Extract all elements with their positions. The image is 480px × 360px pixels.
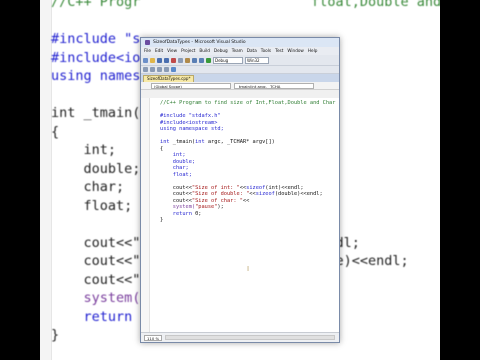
code-line: double; bbox=[160, 158, 196, 165]
editor-gutter bbox=[141, 98, 150, 332]
background-code-line: //C++ Progr float,Double and cha bbox=[51, 0, 440, 10]
code-line: //C++ Program to find size of Int,Float,… bbox=[160, 100, 336, 106]
tab-sizeofdatatypes-cpp[interactable]: SizeofDataTypes.cpp* bbox=[143, 75, 195, 82]
background-code-line: char; bbox=[51, 179, 125, 195]
background-code-line: float; bbox=[51, 197, 133, 214]
code-line: int; bbox=[160, 152, 186, 158]
standard-toolbar: Debug Win32 bbox=[141, 55, 339, 66]
code-line: using namespace std; bbox=[160, 126, 224, 132]
uncomment-icon[interactable] bbox=[150, 67, 155, 72]
menu-bar: File Edit View Project Build Debug Team Data Too… bbox=[141, 47, 339, 55]
function-select[interactable]: _tmain(int argc, _TCHA bbox=[234, 82, 314, 89]
cut-icon[interactable] bbox=[171, 57, 176, 63]
code-line: cout<<"Size of int: "<<sizeof(int)<<endl… bbox=[160, 184, 304, 191]
visual-studio-icon bbox=[145, 40, 150, 45]
code-line: #include<iostream> bbox=[160, 119, 218, 126]
code-line: char; bbox=[160, 165, 189, 171]
platform-select[interactable]: Win32 bbox=[245, 56, 269, 64]
open-folder-icon[interactable] bbox=[150, 57, 155, 63]
code-line: float; bbox=[160, 171, 192, 178]
mouse-cursor-icon: I bbox=[247, 265, 250, 273]
menu-item-build[interactable]: Build bbox=[199, 47, 210, 55]
menu-item-help[interactable]: Help bbox=[308, 47, 318, 55]
background-code-line: #include<io bbox=[51, 49, 141, 66]
code-line: } bbox=[160, 217, 164, 223]
menu-item-data[interactable]: Data bbox=[247, 47, 257, 55]
new-project-icon[interactable] bbox=[143, 57, 148, 63]
code-line: system("pause"); bbox=[160, 204, 224, 210]
code-line: cout<<"Size of char: "<< bbox=[160, 197, 250, 204]
code-line: return 0; bbox=[160, 210, 202, 217]
background-code-line: using names bbox=[51, 68, 141, 84]
document-tabs: SizeofDataTypes.cpp* bbox=[141, 74, 339, 82]
visual-studio-window: SizeofDataTypes - Microsoft Visual Studi… bbox=[140, 37, 340, 343]
outdent-icon[interactable] bbox=[164, 67, 169, 72]
horizontal-scrollbar[interactable] bbox=[165, 335, 335, 340]
code-line: cout<<"Size of double: "<<sizeof(double)… bbox=[160, 191, 323, 197]
menu-item-team[interactable]: Team bbox=[232, 47, 243, 55]
menu-item-tools[interactable]: Tools bbox=[261, 47, 271, 55]
text-editor-toolbar bbox=[141, 66, 339, 74]
background-code-line: #include "s bbox=[51, 31, 141, 47]
code-line: #include "stdafx.h" bbox=[160, 113, 221, 119]
window-title: SizeofDataTypes - Microsoft Visual Studi… bbox=[153, 40, 246, 45]
background-code-line: cout<<" bbox=[51, 271, 141, 288]
title-bar: SizeofDataTypes - Microsoft Visual Studi… bbox=[141, 38, 339, 47]
paste-icon[interactable] bbox=[185, 57, 190, 63]
comment-icon[interactable] bbox=[143, 67, 148, 72]
menu-item-project[interactable]: Project bbox=[181, 47, 195, 55]
menu-item-edit[interactable]: Edit bbox=[155, 47, 163, 55]
undo-icon[interactable] bbox=[192, 57, 197, 63]
menu-item-file[interactable]: File bbox=[144, 47, 151, 55]
background-code-line: double; bbox=[51, 160, 141, 177]
background-code-line: } bbox=[51, 327, 60, 343]
bookmark-icon[interactable] bbox=[171, 67, 176, 72]
save-icon[interactable] bbox=[157, 57, 162, 63]
indent-icon[interactable] bbox=[157, 67, 162, 72]
menu-item-debug[interactable]: Debug bbox=[214, 47, 228, 55]
background-code-line: return bbox=[51, 308, 141, 325]
editor-status-bar: 110 % bbox=[141, 332, 339, 342]
code-line: { bbox=[160, 145, 164, 152]
menu-item-test[interactable]: Test bbox=[275, 47, 283, 55]
background-code-line: { bbox=[51, 123, 60, 140]
configuration-select[interactable]: Debug bbox=[213, 56, 243, 64]
start-debugging-icon[interactable] bbox=[206, 57, 211, 63]
menu-item-window[interactable]: Window bbox=[287, 47, 304, 55]
save-all-icon[interactable] bbox=[164, 57, 169, 63]
menu-item-view[interactable]: View bbox=[167, 47, 177, 55]
background-code-line: system( bbox=[51, 290, 141, 306]
copy-icon[interactable] bbox=[178, 57, 183, 63]
background-code-line: int; bbox=[51, 142, 117, 158]
scope-select[interactable]: (Global Scope) bbox=[151, 82, 231, 89]
redo-icon[interactable] bbox=[199, 57, 204, 63]
navigation-bar: (Global Scope) _tmain(int argc, _TCHA bbox=[141, 82, 339, 90]
zoom-level-select[interactable]: 110 % bbox=[144, 334, 163, 341]
code-line: int _tmain(int argc, _TCHAR* argv[]) bbox=[160, 139, 275, 145]
code-editor[interactable]: //C++ Program to find size of Int,Float,… bbox=[141, 98, 339, 332]
